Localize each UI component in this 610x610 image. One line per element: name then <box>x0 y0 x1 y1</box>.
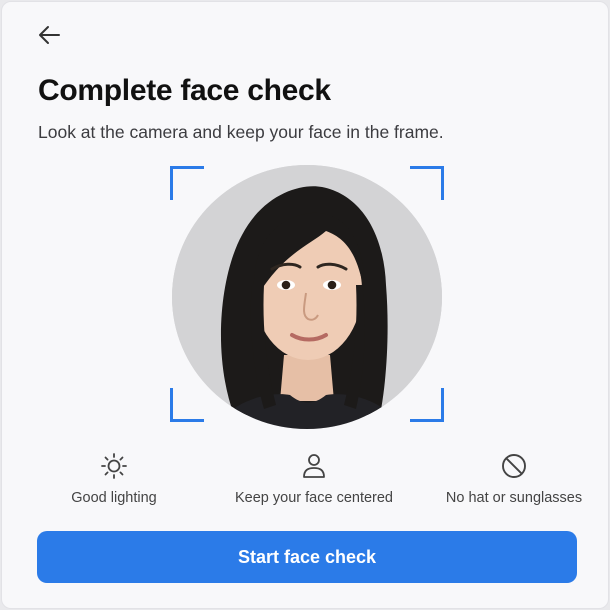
tip-face-centered: Keep your face centered <box>214 450 414 512</box>
frame-corner-bottom-right <box>410 388 444 422</box>
no-symbol-icon <box>499 450 529 482</box>
tips-row: Good lighting Keep your face centered No… <box>14 450 600 512</box>
page-title: Complete face check <box>38 74 331 107</box>
back-button[interactable] <box>30 20 68 50</box>
tip-label: Keep your face centered <box>235 490 393 506</box>
start-face-check-button[interactable]: Start face check <box>37 531 577 583</box>
person-icon <box>299 450 329 482</box>
camera-viewfinder <box>162 160 452 429</box>
arrow-left-icon <box>39 26 60 44</box>
tip-label: Good lighting <box>71 490 157 506</box>
face-preview <box>172 165 442 429</box>
tip-no-hat: No hat or sunglasses <box>414 450 608 512</box>
frame-corner-bottom-left <box>170 388 204 422</box>
tip-label: No hat or sunglasses <box>445 490 583 506</box>
page-subtitle: Look at the camera and keep your face in… <box>38 122 444 142</box>
frame-corner-top-left <box>170 166 204 200</box>
sun-icon <box>99 450 129 482</box>
frame-corner-top-right <box>410 166 444 200</box>
tip-good-lighting: Good lighting <box>14 450 214 512</box>
face-check-screen: Complete face check Look at the camera a… <box>1 1 609 609</box>
face-portrait <box>172 165 442 429</box>
